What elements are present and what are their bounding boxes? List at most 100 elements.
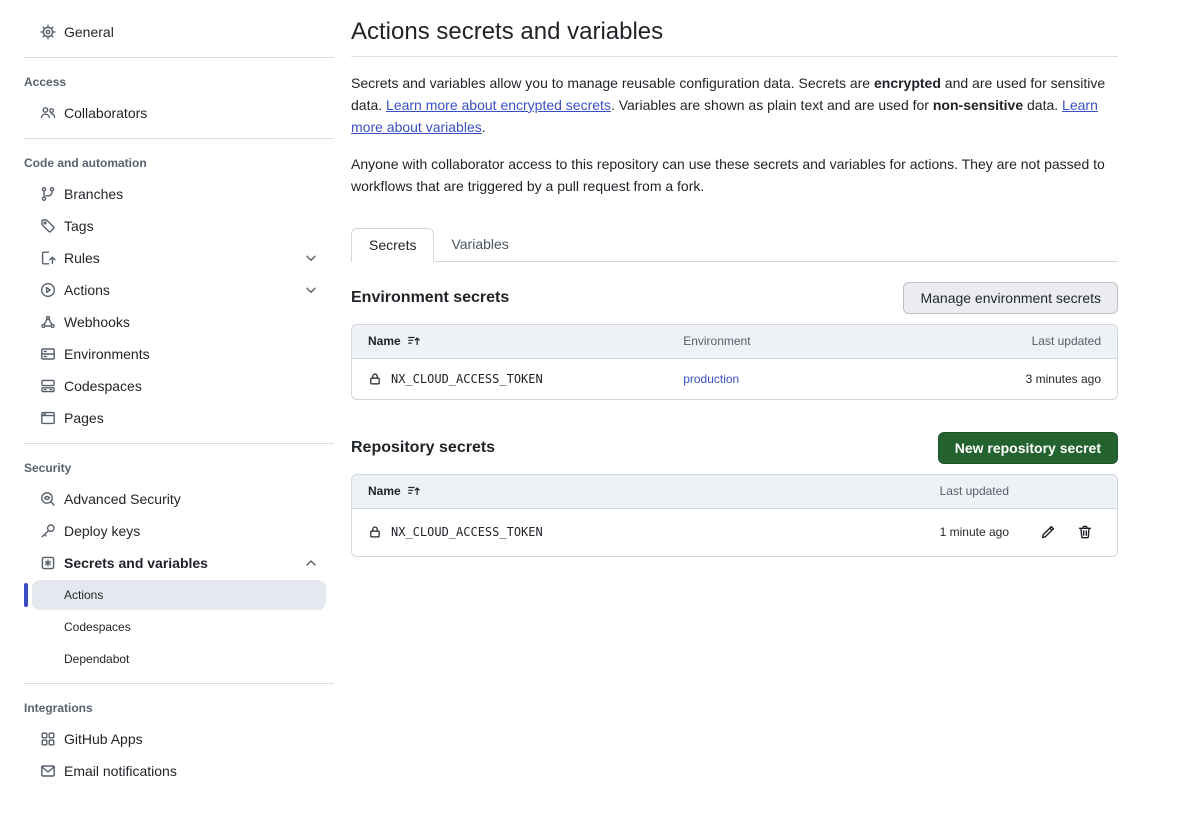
sidebar-item-actions[interactable]: Actions	[0, 274, 334, 306]
mail-icon	[40, 763, 56, 779]
git-branch-icon	[40, 186, 56, 202]
browser-icon	[40, 410, 56, 426]
sidebar-item-environments[interactable]: Environments	[0, 338, 334, 370]
pencil-icon	[1040, 524, 1056, 540]
main-content: Actions secrets and variables Secrets an…	[334, 0, 1177, 837]
sidebar-item-label: Advanced Security	[64, 491, 181, 507]
environment-secrets-table: Name Environment Last updated NX_CLOUD_A…	[351, 324, 1118, 400]
column-header-name[interactable]: Name	[368, 484, 889, 498]
intro-bold-non-sensitive: non-sensitive	[933, 97, 1023, 113]
new-repository-secret-button[interactable]: New repository secret	[938, 432, 1118, 464]
sidebar-item-deploy-keys[interactable]: Deploy keys	[0, 515, 334, 547]
sidebar-subitem-label: Actions	[64, 588, 103, 602]
sidebar-item-codespaces[interactable]: Codespaces	[0, 370, 334, 402]
sidebar-item-secrets-and-variables[interactable]: Secrets and variables	[0, 547, 334, 579]
lock-icon	[368, 525, 382, 539]
table-row: NX_CLOUD_ACCESS_TOKEN 1 minute ago	[352, 509, 1117, 556]
environment-secrets-header: Environment secrets Manage environment s…	[351, 282, 1118, 314]
secret-name: NX_CLOUD_ACCESS_TOKEN	[391, 525, 543, 539]
intro-text: data.	[1023, 97, 1062, 113]
secrets-asterisk-icon	[40, 555, 56, 571]
sidebar-subitem-label: Codespaces	[64, 620, 131, 634]
sidebar-item-rules[interactable]: Rules	[0, 242, 334, 274]
key-icon	[40, 523, 56, 539]
sidebar-divider	[24, 683, 334, 684]
sidebar-item-label: Secrets and variables	[64, 555, 208, 571]
secret-name-cell: NX_CLOUD_ACCESS_TOKEN	[368, 525, 889, 539]
chevron-down-icon[interactable]	[303, 250, 319, 266]
sidebar-item-label: Tags	[64, 218, 94, 234]
server-icon	[40, 346, 56, 362]
sidebar-item-advanced-security[interactable]: Advanced Security	[0, 483, 334, 515]
row-actions	[1009, 524, 1101, 540]
rules-icon	[40, 250, 56, 266]
sidebar-item-label: Environments	[64, 346, 150, 362]
sidebar-subitem-label: Dependabot	[64, 652, 129, 666]
page-title: Actions secrets and variables	[351, 16, 1118, 47]
intro-text: .	[482, 119, 486, 135]
sidebar-divider	[24, 443, 334, 444]
intro-bold-encrypted: encrypted	[874, 75, 941, 91]
sidebar-item-label: Collaborators	[64, 105, 147, 121]
sidebar-item-webhooks[interactable]: Webhooks	[0, 306, 334, 338]
manage-environment-secrets-button[interactable]: Manage environment secrets	[903, 282, 1118, 314]
column-header-label: Name	[368, 334, 401, 348]
sort-ascending-icon	[407, 334, 421, 348]
intro-text: . Variables are shown as plain text and …	[611, 97, 933, 113]
sidebar-item-label: Deploy keys	[64, 523, 140, 539]
tab-variables[interactable]: Variables	[434, 228, 525, 261]
sidebar-item-label: Pages	[64, 410, 104, 426]
sidebar-item-tags[interactable]: Tags	[0, 210, 334, 242]
sidebar-item-github-apps[interactable]: GitHub Apps	[0, 723, 334, 755]
tab-secrets[interactable]: Secrets	[351, 228, 434, 262]
sidebar-subitem-codespaces[interactable]: Codespaces	[32, 612, 326, 642]
chevron-up-icon[interactable]	[303, 555, 319, 571]
sidebar-item-label: General	[64, 24, 114, 40]
secrets-variables-tabs: Secrets Variables	[351, 228, 1118, 262]
play-icon	[40, 282, 56, 298]
column-header-name[interactable]: Name	[368, 334, 683, 348]
codescan-icon	[40, 491, 56, 507]
sidebar-item-pages[interactable]: Pages	[0, 402, 334, 434]
sidebar-item-label: Rules	[64, 250, 100, 266]
secret-name: NX_CLOUD_ACCESS_TOKEN	[391, 372, 543, 386]
column-header-last-updated[interactable]: Last updated	[1032, 334, 1101, 348]
sidebar-subitem-dependabot[interactable]: Dependabot	[32, 644, 326, 674]
environment-link[interactable]: production	[683, 372, 739, 386]
codespaces-icon	[40, 378, 56, 394]
sidebar-divider	[24, 138, 334, 139]
sidebar-item-branches[interactable]: Branches	[0, 178, 334, 210]
column-header-label: Name	[368, 484, 401, 498]
link-encrypted-secrets[interactable]: Learn more about encrypted secrets	[386, 97, 611, 113]
tag-icon	[40, 218, 56, 234]
sidebar-item-collaborators[interactable]: Collaborators	[0, 97, 334, 129]
sidebar-section-security: Security	[0, 453, 334, 483]
gear-icon	[40, 24, 56, 40]
sidebar-section-access: Access	[0, 67, 334, 97]
settings-sidebar: General Access Collaborators Code and au…	[0, 0, 334, 837]
sidebar-item-general[interactable]: General	[0, 16, 334, 48]
last-updated-cell: 3 minutes ago	[892, 372, 1101, 386]
apps-grid-icon	[40, 731, 56, 747]
sidebar-item-label: Webhooks	[64, 314, 130, 330]
sidebar-section-integrations: Integrations	[0, 693, 334, 723]
chevron-down-icon[interactable]	[303, 282, 319, 298]
intro-paragraph: Secrets and variables allow you to manag…	[351, 73, 1118, 138]
sort-ascending-icon	[407, 484, 421, 498]
column-header-environment[interactable]: Environment	[683, 334, 1031, 348]
secret-name-cell: NX_CLOUD_ACCESS_TOKEN	[368, 372, 683, 386]
sidebar-item-email-notifications[interactable]: Email notifications	[0, 755, 334, 787]
sidebar-divider	[24, 57, 334, 58]
table-header-row: Name Environment Last updated	[352, 325, 1117, 359]
sidebar-item-label: Branches	[64, 186, 123, 202]
edit-secret-button[interactable]	[1040, 524, 1056, 540]
intro-text: Secrets and variables allow you to manag…	[351, 75, 874, 91]
sidebar-subitem-actions[interactable]: Actions	[32, 580, 326, 610]
last-updated-cell: 1 minute ago	[889, 525, 1009, 539]
delete-secret-button[interactable]	[1077, 524, 1093, 540]
sidebar-item-label: Email notifications	[64, 763, 177, 779]
column-header-last-updated[interactable]: Last updated	[889, 484, 1009, 498]
repository-secrets-table: Name Last updated NX_CLOUD_ACCESS_TOKEN …	[351, 474, 1118, 557]
page-header: Actions secrets and variables	[351, 16, 1118, 57]
sidebar-item-label: Codespaces	[64, 378, 142, 394]
